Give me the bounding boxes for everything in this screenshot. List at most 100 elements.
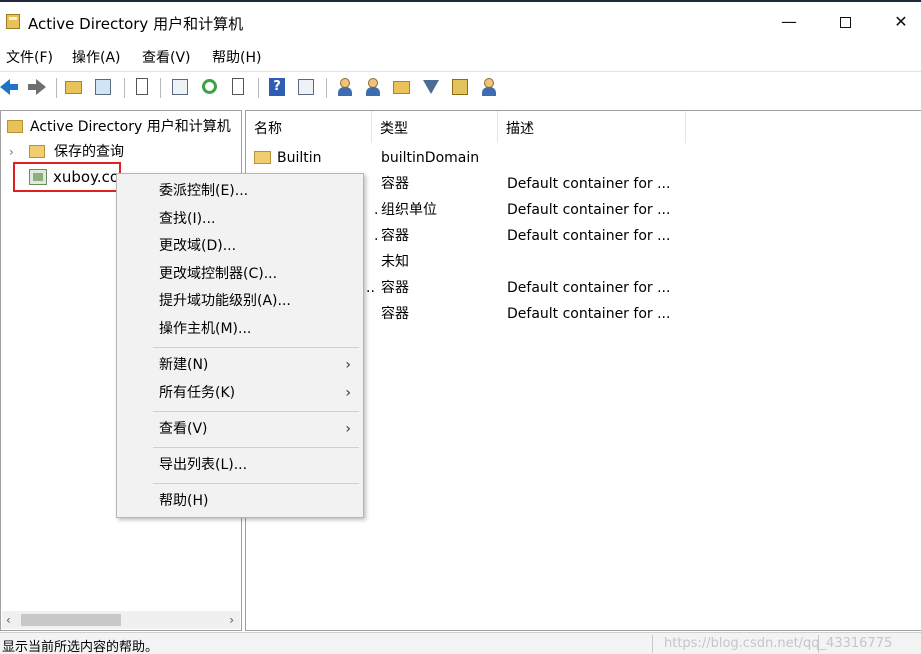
tree-item-label: 保存的查询 [54,144,124,160]
menu-item-all-tasks[interactable]: 所有任务(K) › [117,379,363,407]
status-text: 显示当前所选内容的帮助。 [2,640,159,654]
filter-button[interactable] [421,77,441,97]
aduc-root-icon [7,120,23,133]
filter-icon [423,80,439,94]
menu-item-label: 提升域功能级别(A)... [159,293,291,309]
back-button[interactable] [0,77,20,97]
maximize-icon [839,17,851,28]
menu-bar: 文件(F) 操作(A) 查看(V) 帮助(H) [0,42,921,70]
item-description: Default container for ... [507,306,671,322]
toolbar-separator [326,78,327,98]
forward-button[interactable] [27,77,47,97]
menu-item-delegate-control[interactable]: 委派控制(E)... [117,177,363,205]
tree-item-saved-queries[interactable]: › 保存的查询 [7,140,227,164]
menu-separator [153,411,359,412]
menu-separator [153,447,359,448]
item-type: 容器 [381,280,409,296]
menu-item-find[interactable]: 查找(I)... [117,205,363,233]
properties-icon [172,79,188,95]
menu-item-label: 帮助(H) [159,493,209,509]
toolbar-separator [160,78,161,98]
horizontal-scrollbar[interactable]: ‹ › [2,611,240,629]
help-button[interactable]: ? [267,77,287,97]
menu-item-change-domain[interactable]: 更改域(D)... [117,232,363,260]
item-type: 容器 [381,176,409,192]
clipboard-button[interactable] [132,77,152,97]
menu-item-view[interactable]: 查看(V) › [117,415,363,443]
item-description: Default container for ... [507,228,671,244]
new-ou-button[interactable] [392,77,412,97]
item-name: . [374,228,379,244]
item-name: .. [366,280,375,296]
menu-item-change-domain-controller[interactable]: 更改域控制器(C)... [117,260,363,288]
properties-button[interactable] [170,77,190,97]
new-group-button[interactable] [363,77,383,97]
folder-up-icon [65,81,82,94]
menu-action[interactable]: 操作(A) [72,47,121,67]
find-icon [452,79,468,95]
menu-help[interactable]: 帮助(H) [212,47,261,67]
show-hide-tree-button[interactable] [93,77,113,97]
item-name: Builtin [277,150,322,166]
add-to-group-button[interactable] [479,77,499,97]
new-user-button[interactable] [335,77,355,97]
item-type: 组织单位 [381,202,437,218]
menu-item-label: 查找(I)... [159,211,216,227]
scroll-right-icon[interactable]: › [229,611,234,629]
column-header-name[interactable]: 名称 [246,111,372,143]
up-level-button[interactable] [64,77,84,97]
toolbar-separator [56,78,57,98]
export-icon [232,78,244,95]
item-type: 未知 [381,254,409,270]
menu-item-new[interactable]: 新建(N) › [117,351,363,379]
menu-view[interactable]: 查看(V) [142,47,191,67]
menu-item-label: 更改域控制器(C)... [159,266,278,282]
menu-separator [153,347,359,348]
submenu-arrow-icon: › [345,385,351,401]
show-action-pane-button[interactable] [296,77,316,97]
ou-folder-icon [393,81,410,94]
minimize-button[interactable]: — [766,8,812,36]
watermark: https://blog.csdn.net/qq_43316775 [664,636,893,651]
item-type: 容器 [381,306,409,322]
chevron-right-icon[interactable]: › [9,140,14,164]
submenu-arrow-icon: › [345,357,351,373]
find-button[interactable] [450,77,470,97]
item-description: Default container for ... [507,202,671,218]
column-header-type[interactable]: 类型 [372,111,498,143]
menu-item-export-list[interactable]: 导出列表(L)... [117,451,363,479]
menu-item-help[interactable]: 帮助(H) [117,487,363,515]
maximize-button[interactable] [822,8,868,36]
column-header-description[interactable]: 描述 [498,111,686,143]
menu-item-label: 委派控制(E)... [159,183,249,199]
window-title: Active Directory 用户和计算机 [28,15,244,33]
item-type: builtinDomain [381,150,480,166]
selection-highlight [13,162,121,192]
close-button[interactable]: ✕ [878,8,921,36]
help-icon: ? [269,78,285,96]
context-menu: 委派控制(E)... 查找(I)... 更改域(D)... 更改域控制器(C).… [116,173,364,518]
refresh-button[interactable] [199,77,219,97]
title-bar: Active Directory 用户和计算机 — ✕ [0,0,921,40]
toolbar-separator [258,78,259,98]
scroll-left-icon[interactable]: ‹ [6,611,11,629]
menu-item-operations-masters[interactable]: 操作主机(M)... [117,315,363,343]
refresh-icon [202,79,217,94]
menu-item-label: 新建(N) [159,357,209,373]
item-type: 容器 [381,228,409,244]
forward-arrow-icon [36,79,46,95]
menu-item-raise-functional-level[interactable]: 提升域功能级别(A)... [117,287,363,315]
export-list-button[interactable] [228,77,248,97]
list-item[interactable]: Builtin builtinDomain [246,145,686,171]
menu-item-label: 所有任务(K) [159,385,236,401]
list-header: 名称 类型 描述 [246,111,686,143]
scroll-thumb[interactable] [21,614,121,626]
aduc-app-icon [6,14,20,29]
item-description: Default container for ... [507,176,671,192]
menu-file[interactable]: 文件(F) [6,47,53,67]
submenu-arrow-icon: › [345,421,351,437]
action-pane-icon [298,79,314,95]
status-divider [652,635,653,653]
folder-icon [29,145,45,158]
status-bar: 显示当前所选内容的帮助。 https://blog.csdn.net/qq_43… [0,632,921,654]
